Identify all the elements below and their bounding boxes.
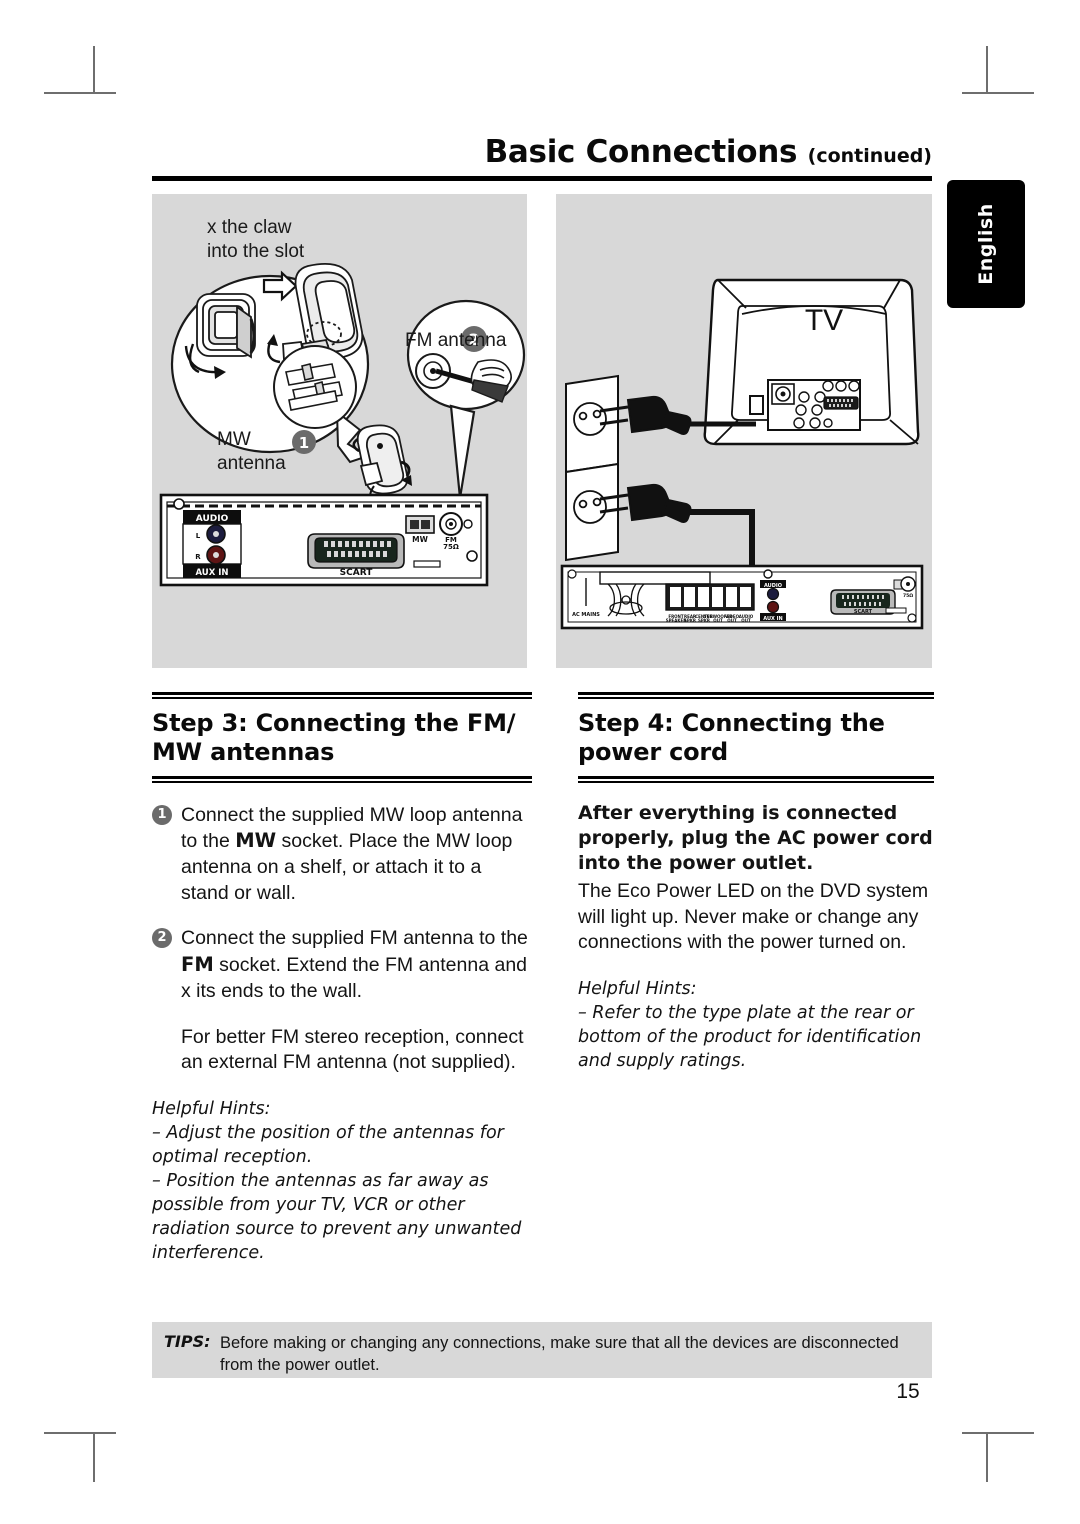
- svg-text:MW: MW: [412, 535, 428, 544]
- crop-mark-top-right-horizontal: [962, 92, 1034, 94]
- title-divider: [152, 176, 932, 181]
- svg-text:OUT: OUT: [713, 618, 723, 623]
- svg-text:SCART: SCART: [340, 568, 374, 578]
- svg-text:R: R: [195, 553, 201, 561]
- page-title-main: Basic Connections: [484, 134, 798, 170]
- crop-mark-bottom-right-vertical: [986, 1434, 988, 1482]
- step3-hint-line-2: – Position the antennas as far away as p…: [152, 1171, 522, 1263]
- step-4-heading: Step 4: Connecting the power cord: [578, 709, 885, 767]
- column-step-3: Step 3: Connecting the FM/ MW antennas 1…: [152, 692, 532, 1266]
- illustration-fm-mw-antenna: x the claw into the slot FM antenna MW a…: [152, 194, 527, 668]
- svg-text:OUT: OUT: [727, 618, 737, 623]
- page-number: 15: [896, 1380, 920, 1403]
- step3-item-2-marker: 2: [152, 928, 172, 949]
- step3-hint-line-1: – Adjust the position of the antennas fo…: [152, 1123, 504, 1168]
- svg-text:AC MAINS: AC MAINS: [572, 612, 600, 618]
- crop-mark-bottom-left-vertical: [93, 1434, 95, 1482]
- tips-bar: TIPS: Before making or changing any conn…: [152, 1322, 932, 1378]
- svg-text:SCART: SCART: [854, 609, 873, 615]
- language-tab-english: English: [947, 180, 1025, 308]
- step3-helpful-hints: Helpful Hints: – Adjust the position of …: [152, 1098, 532, 1266]
- step3-item-2: 2 Connect the supplied FM antenna to the…: [152, 926, 532, 1076]
- step4-rule-bottom: [578, 775, 934, 783]
- step4-helpful-hints: Helpful Hints: – Refer to the type plate…: [578, 978, 934, 1074]
- step3-item-2-text: Connect the supplied FM antenna to the F…: [181, 926, 532, 1004]
- step3-item-2-seg-2: FM: [181, 953, 214, 977]
- tips-label: TIPS:: [164, 1332, 211, 1351]
- language-tab-label: English: [975, 203, 997, 285]
- step4-rule-top: [578, 692, 934, 699]
- column-step-4: Step 4: Connecting the power cord After …: [578, 692, 934, 1074]
- svg-text:AUDIO: AUDIO: [196, 514, 229, 524]
- page-title-continued: (continued): [807, 145, 932, 167]
- crop-mark-bottom-right-horizontal: [962, 1432, 1034, 1434]
- svg-text:L: L: [196, 532, 201, 540]
- svg-text:75Ω: 75Ω: [443, 543, 459, 551]
- svg-text:SPKR: SPKR: [684, 618, 696, 623]
- svg-text:OUT: OUT: [741, 618, 751, 623]
- claw-slot-label: x the claw into the slot: [207, 217, 305, 262]
- step4-hints-title: Helpful Hints:: [578, 979, 697, 1000]
- step3-item-1-seg-2: MW: [235, 829, 277, 853]
- step3-rule-top: [152, 692, 532, 699]
- step3-rule-bottom: [152, 775, 532, 783]
- step4-bold-intro: After everything is connected properly, …: [578, 801, 933, 875]
- step3-hints-title: Helpful Hints:: [152, 1099, 271, 1120]
- svg-text:AUX IN: AUX IN: [195, 568, 228, 578]
- step3-item-1-text: Connect the supplied MW loop antenna to …: [181, 803, 532, 907]
- crop-mark-top-right-vertical: [986, 46, 988, 94]
- crop-mark-bottom-left-horizontal: [44, 1432, 116, 1434]
- step-3-heading: Step 3: Connecting the FM/ MW antennas: [152, 709, 516, 767]
- step3-item-1: 1 Connect the supplied MW loop antenna t…: [152, 803, 532, 907]
- step4-hint-line-1: – Refer to the type plate at the rear or…: [578, 1003, 922, 1071]
- step4-body-text: The Eco Power LED on the DVD system will…: [578, 879, 929, 954]
- crop-mark-top-left-vertical: [93, 46, 95, 94]
- page-title: Basic Connections (continued): [152, 134, 932, 170]
- mw-antenna-label: MW antenna: [217, 429, 286, 474]
- power-cord-artwork: TV AC MAINS FRONTSPEAKER REARSPKR CENTER…: [560, 278, 924, 630]
- step3-item-2-seg-1: Connect the supplied FM antenna to the: [181, 927, 528, 950]
- svg-text:75Ω: 75Ω: [903, 593, 913, 599]
- step3-item-1-marker: 1: [152, 804, 172, 825]
- svg-text:AUX IN: AUX IN: [763, 616, 782, 622]
- step3-extra-paragraph: For better FM stereo reception, connect …: [181, 1025, 524, 1074]
- fm-mw-antenna-artwork: 1 2 AUDIO L R AUX IN SCART MW FM 75Ω: [159, 262, 526, 587]
- crop-mark-top-left-horizontal: [44, 92, 116, 94]
- tips-text: Before making or changing any connection…: [220, 1334, 899, 1375]
- step3-item-2-seg-3: socket. Extend the FM antenna and x its …: [181, 954, 528, 1002]
- fm-antenna-label: FM antenna: [405, 330, 507, 351]
- illustration-power-cord: TV AC MAINS FRONT SPEAKER REAR SPKR CENT…: [556, 194, 932, 668]
- svg-text:1: 1: [299, 434, 309, 452]
- tv-label: TV: [805, 304, 843, 337]
